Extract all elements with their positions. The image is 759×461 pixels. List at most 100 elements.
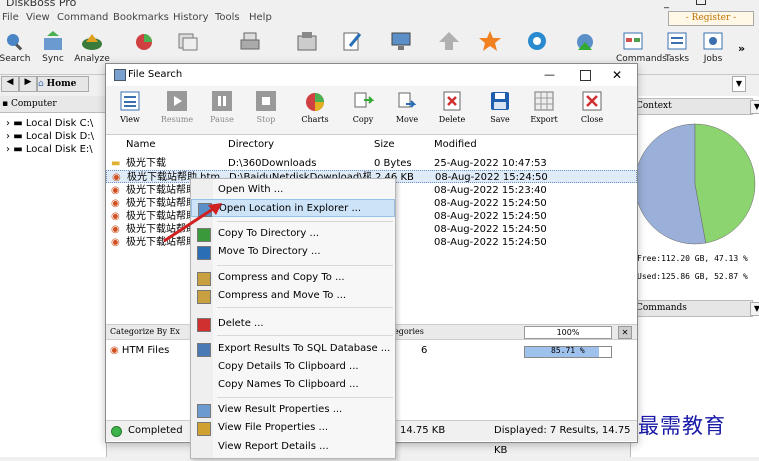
properties-icon: [197, 404, 211, 418]
move-file-icon: [398, 92, 417, 108]
chevron-down-icon[interactable]: ▼: [750, 302, 759, 316]
tool-view-label: View: [120, 115, 140, 124]
toolbar-classify[interactable]: [127, 30, 161, 54]
expand-icon[interactable]: ›: [6, 131, 10, 142]
column-directory[interactable]: Directory: [228, 139, 274, 150]
menu-history[interactable]: History: [173, 12, 209, 23]
menu-item-move-to-directory[interactable]: Move To Directory ...: [191, 243, 395, 261]
cell-modified: 08-Aug-2022 15:24:50: [434, 211, 547, 222]
toolbar-jobs-label: Jobs: [703, 54, 723, 64]
toolbar-tasks[interactable]: Tasks: [660, 30, 694, 64]
tool-resume-button[interactable]: Resume: [157, 90, 197, 124]
forward-button[interactable]: ▶: [19, 76, 37, 92]
menu-item-label: View Report Details ...: [218, 441, 329, 452]
dialog-close-button[interactable]: ✕: [612, 64, 622, 86]
toolbar-search-label: Search: [0, 54, 31, 64]
disk-item-c[interactable]: › ▬ Local Disk C:\: [6, 118, 93, 129]
menu-item-export-results-to-sql-database[interactable]: Export Results To SQL Database ...: [191, 340, 395, 358]
toolbar-layout[interactable]: Commands: [616, 30, 667, 64]
maximize-button[interactable]: [696, 0, 706, 5]
window-controls: _: [660, 0, 759, 10]
menu-view[interactable]: View: [26, 12, 50, 23]
htm-file-icon: ◉: [111, 211, 120, 222]
menu-item-label: Copy To Directory ...: [218, 228, 320, 239]
back-button[interactable]: ◀: [1, 76, 19, 92]
tool-delete-button[interactable]: Delete: [432, 90, 472, 124]
chevron-down-icon[interactable]: ▼: [750, 100, 759, 114]
file-properties-icon: [197, 422, 211, 436]
disk-label: Local Disk E:\: [25, 144, 93, 155]
menu-bookmarks[interactable]: Bookmarks: [113, 12, 169, 23]
percent-header-label: 100%: [556, 328, 580, 337]
path-dropdown-icon[interactable]: ▼: [732, 76, 746, 92]
toolbar-disk[interactable]: [233, 30, 267, 54]
htm-file-icon: ◉: [111, 224, 120, 235]
menu-item-label: View File Properties ...: [218, 422, 329, 433]
tool-save-button[interactable]: Save: [480, 90, 520, 124]
tool-move-button[interactable]: Move: [387, 90, 427, 124]
toolbar-refresh[interactable]: [520, 30, 554, 54]
category-row-htm[interactable]: ◉ HTM Files: [110, 345, 169, 356]
menu-help[interactable]: Help: [249, 12, 272, 23]
menu-item-copy-names-to-clipboard[interactable]: Copy Names To Clipboard ...: [191, 376, 395, 394]
htm-file-icon: ◉: [111, 198, 120, 209]
dialog-maximize-button[interactable]: [580, 70, 591, 81]
toolbar-up[interactable]: [432, 30, 466, 54]
toolbar-jobs[interactable]: Jobs: [696, 30, 730, 64]
disk-item-e[interactable]: › ▬ Local Disk E:\: [6, 144, 93, 155]
toolbar-bookmarks[interactable]: [473, 30, 507, 54]
layout-icon: [623, 32, 643, 50]
toolbar-search[interactable]: Search: [0, 30, 32, 64]
toolbar-sync[interactable]: Sync: [36, 30, 70, 64]
expand-icon[interactable]: ›: [6, 144, 10, 155]
toolbar-edit[interactable]: [335, 30, 369, 54]
tool-export-button[interactable]: Export: [524, 90, 564, 124]
menu-item-view-file-properties[interactable]: View File Properties ...: [191, 419, 395, 437]
menu-item-view-report-details[interactable]: View Report Details ...: [191, 438, 395, 456]
home-button[interactable]: ⌂ Home: [37, 76, 89, 92]
export-icon: [534, 91, 554, 111]
minimize-button[interactable]: _: [664, 0, 669, 9]
menu-file[interactable]: File: [2, 12, 19, 23]
right-pane: Context ▼ Free:112.20 GB, 47.13 % Used:12…: [630, 96, 759, 457]
menu-tools[interactable]: Tools: [215, 12, 240, 23]
tool-close-button[interactable]: Close: [572, 90, 612, 124]
tool-pause-button[interactable]: Pause: [202, 90, 242, 124]
column-modified[interactable]: Modified: [434, 139, 477, 150]
toolbar-move[interactable]: [290, 30, 324, 54]
toolbar-network[interactable]: [384, 30, 418, 54]
move-icon: [197, 246, 211, 260]
categorize-label[interactable]: Categorize By Ex: [110, 325, 180, 339]
app-title: DiskBoss Pro: [6, 0, 77, 9]
menu-item-label: Copy Names To Clipboard ...: [218, 379, 359, 390]
tool-charts-button[interactable]: Charts: [295, 90, 335, 124]
tool-stop-button[interactable]: Stop: [246, 90, 286, 124]
toolbar-analyze[interactable]: Analyze: [74, 30, 110, 64]
close-icon[interactable]: ✕: [618, 326, 632, 339]
menu-item-compress-and-copy-to[interactable]: Compress and Copy To ...: [191, 269, 395, 287]
tool-copy-button[interactable]: Copy: [343, 90, 383, 124]
toolbar-duplicates[interactable]: [170, 30, 204, 54]
toolbar-overflow-icon[interactable]: »: [738, 42, 745, 55]
expand-icon[interactable]: ›: [6, 118, 10, 129]
status-displayed: Displayed: 7 Results, 14.75 KB: [494, 425, 631, 456]
menu-item-copy-details-to-clipboard[interactable]: Copy Details To Clipboard ...: [191, 358, 395, 376]
tool-view-button[interactable]: View: [110, 90, 150, 124]
dialog-minimize-button[interactable]: —: [544, 64, 555, 86]
disk-item-d[interactable]: › ▬ Local Disk D:\: [6, 131, 94, 142]
menu-item-delete[interactable]: Delete ...: [191, 315, 395, 333]
result-row[interactable]: ▬ 极光下载 D:\360Downloads 0 Bytes 25-Aug-2022 1…: [106, 157, 637, 170]
menu-command[interactable]: Command: [57, 12, 108, 23]
wizard-icon: [577, 34, 593, 50]
menu-item-view-result-properties[interactable]: View Result Properties ...: [191, 401, 395, 419]
toolbar-wizard[interactable]: [568, 30, 602, 54]
menubar: File View Command Bookmarks History Tool…: [0, 12, 759, 27]
register-button[interactable]: - Register -: [668, 11, 754, 26]
cell-size: 0 Bytes: [374, 158, 412, 169]
column-name[interactable]: Name: [126, 139, 156, 150]
column-size[interactable]: Size: [374, 139, 395, 150]
menu-item-compress-and-move-to[interactable]: Compress and Move To ...: [191, 287, 395, 305]
tool-delete-label: Delete: [438, 115, 466, 124]
toolbar-sync-label: Sync: [42, 54, 64, 64]
charts-icon: [306, 93, 324, 111]
